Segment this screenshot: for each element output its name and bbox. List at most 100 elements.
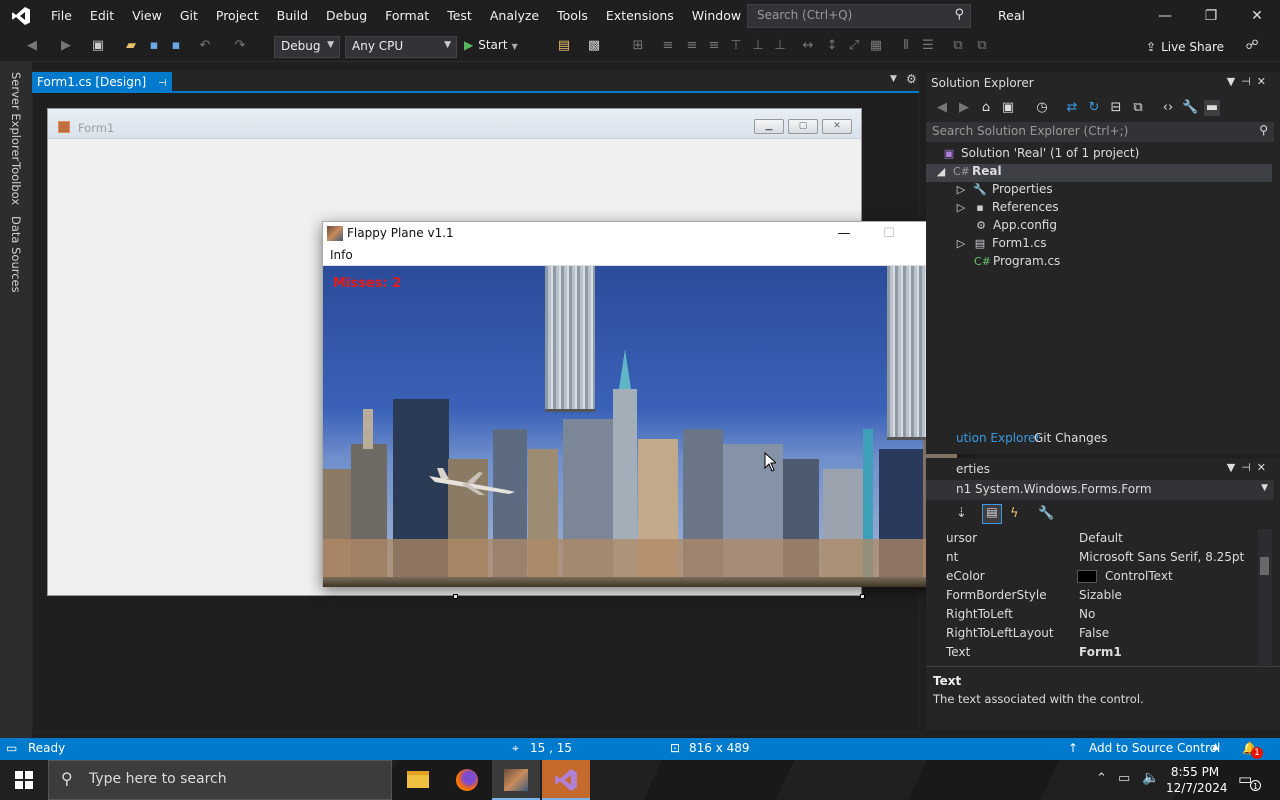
save-all-icon[interactable]: ▪ [168,38,184,54]
make-same-height-icon[interactable]: ↕ [824,38,840,54]
property-row-formborderstyle[interactable]: FormBorderStyle Sizable [926,586,1256,605]
align-top-icon[interactable]: ⊤ [728,38,744,54]
align-middle-icon[interactable]: ⊥ [750,38,766,54]
history-icon[interactable]: ◷ [1034,100,1050,116]
menu-tools[interactable]: Tools [548,0,597,32]
flappy-plane-taskbar-icon[interactable] [492,760,540,800]
search-icon[interactable]: ⚲ [954,7,964,22]
resize-handle-bottom-right[interactable] [860,594,865,599]
chevron-up-icon[interactable]: ▲ [1212,742,1219,752]
menu-build[interactable]: Build [268,0,317,32]
make-same-width-icon[interactable]: ↔ [800,38,816,54]
tree-item-form1[interactable]: ▷ ▤ Form1.cs [954,236,1047,254]
pane-controls[interactable]: ▼⊣✕ [1227,461,1272,474]
platform-dropdown[interactable]: Any CPU ▼ [345,36,457,58]
menu-window[interactable]: Window [683,0,750,32]
property-pages-icon[interactable]: 🔧 [1038,506,1054,521]
properties-icon[interactable]: 🔧 [1182,100,1198,116]
home-icon[interactable]: ⌂ [978,100,994,116]
feedback-icon[interactable]: ☍ [1244,38,1260,54]
restore-icon[interactable]: ❐ [1188,0,1234,32]
align-left-icon[interactable]: ≡ [660,38,676,54]
align-bottom-icon[interactable]: ⊥ [772,38,788,54]
forward-icon[interactable]: ▶ [956,100,972,116]
align-right-icon[interactable]: ≡ [706,38,722,54]
bring-to-front-icon[interactable]: ⧉ [950,38,966,54]
form1-maximize-icon[interactable]: ▢ [788,119,818,134]
properties-scrollbar[interactable] [1258,529,1272,665]
property-row-text[interactable]: Text Form1 [926,643,1256,662]
property-row-font[interactable]: nt Microsoft Sans Serif, 8.25pt [926,548,1256,567]
collapsed-arrow-icon[interactable]: ▷ [954,237,968,250]
flappy-minimize-icon[interactable]: — [821,222,867,245]
collapsed-arrow-icon[interactable]: ▷ [954,183,968,196]
tree-item-properties[interactable]: ▷ 🔧 Properties [954,182,1053,200]
menu-extensions[interactable]: Extensions [597,0,683,32]
tree-item-program[interactable]: C# Program.cs [974,254,1060,272]
send-to-back-icon[interactable]: ⧉ [974,38,990,54]
resize-handle-bottom[interactable] [453,594,458,599]
object-selector[interactable]: n1 System.Windows.Forms.Form ▼ [926,480,1274,500]
dropdown-icon[interactable]: ▼ [1227,461,1241,474]
format-icon[interactable]: ▩ [586,38,602,54]
prop-value[interactable]: Sizable [1079,588,1122,602]
scrollbar-thumb[interactable] [1260,557,1269,575]
configuration-dropdown[interactable]: Debug ▼ [274,36,340,58]
flappy-plane-window[interactable]: Flappy Plane v1.1 — ☐ ✕ Info [322,221,957,587]
server-explorer-tab[interactable]: Server Explorer [9,72,23,161]
back-icon[interactable]: ◀ [934,100,950,116]
prop-value[interactable]: Form1 [1079,645,1122,659]
forward-icon[interactable]: ▶ [58,38,74,54]
visual-studio-logo-icon[interactable] [0,0,42,32]
view-code-icon[interactable]: ‹› [1160,100,1176,116]
events-icon[interactable]: ϟ [1010,506,1019,521]
alphabetical-icon[interactable]: ⇣ [956,506,967,521]
visual-studio-taskbar-icon[interactable] [542,760,590,800]
tab-git-changes[interactable]: Git Changes [1034,431,1107,445]
start-button[interactable]: ▶ Start ▼ [464,38,518,52]
volume-muted-icon[interactable]: 🔈 [1142,770,1159,786]
add-to-source-control[interactable]: Add to Source Control [1089,741,1220,755]
clock[interactable]: 8:55 PM 12/7/2024 [1166,764,1228,796]
menu-edit[interactable]: Edit [81,0,123,32]
prop-value[interactable]: No [1079,607,1095,621]
tree-project[interactable]: ◢ C# Real [926,164,1272,182]
show-hidden-icons-chevron-icon[interactable]: ⌃ [1096,771,1107,786]
collapsed-arrow-icon[interactable]: ▷ [954,201,968,214]
firefox-icon[interactable] [443,760,491,800]
flappy-title-bar[interactable]: Flappy Plane v1.1 — ☐ ✕ [323,222,956,245]
pin-icon[interactable]: ⊣ [158,78,167,89]
menu-project[interactable]: Project [207,0,268,32]
tab-form1-design[interactable]: Form1.cs [Design] ⊣ ✕ [32,72,172,103]
pane-controls[interactable]: ▼⊣✕ [1227,75,1272,88]
back-icon[interactable]: ◀ [24,38,40,54]
prop-value[interactable]: Default [1079,531,1123,545]
refresh-icon[interactable]: ↻ [1086,100,1102,116]
redo-icon[interactable]: ↷ [232,38,248,54]
close-icon[interactable]: ✕ [1257,461,1272,474]
property-row-forecolor[interactable]: eColor ControlText [926,567,1256,586]
properties-view-icon[interactable]: ▤ [982,504,1002,524]
open-folder-icon[interactable]: ▰ [123,38,139,54]
make-same-size-icon[interactable]: ⤢ [846,38,862,54]
minimize-icon[interactable]: — [1142,0,1188,32]
prop-value[interactable]: Microsoft Sans Serif, 8.25pt [1079,550,1244,564]
form1-close-icon[interactable]: ✕ [822,119,852,134]
close-icon[interactable]: ✕ [1257,75,1272,88]
settings-gear-icon[interactable]: ⚙ [906,72,917,86]
data-sources-tab[interactable]: Data Sources [9,216,23,293]
prop-value[interactable]: ControlText [1105,569,1173,583]
info-menu-item[interactable]: Info [330,248,353,262]
switch-views-icon[interactable]: ▣ [1000,100,1016,116]
collapse-all-icon[interactable]: ⊟ [1108,100,1124,116]
solution-search-input[interactable]: Search Solution Explorer (Ctrl+;) ⚲ [926,122,1274,142]
pin-icon[interactable]: ⊣ [1241,75,1257,88]
menu-debug[interactable]: Debug [317,0,376,32]
property-row-righttoleft[interactable]: RightToLeft No [926,605,1256,624]
undo-icon[interactable]: ↶ [197,38,213,54]
browse-icon[interactable]: ▤ [556,38,572,54]
spacing-vertical-icon[interactable]: ☰ [920,38,936,54]
expanded-arrow-icon[interactable]: ◢ [934,165,948,178]
live-share-button[interactable]: ⇪ Live Share [1146,40,1224,54]
tree-item-app-config[interactable]: ⚙ App.config [974,218,1057,236]
